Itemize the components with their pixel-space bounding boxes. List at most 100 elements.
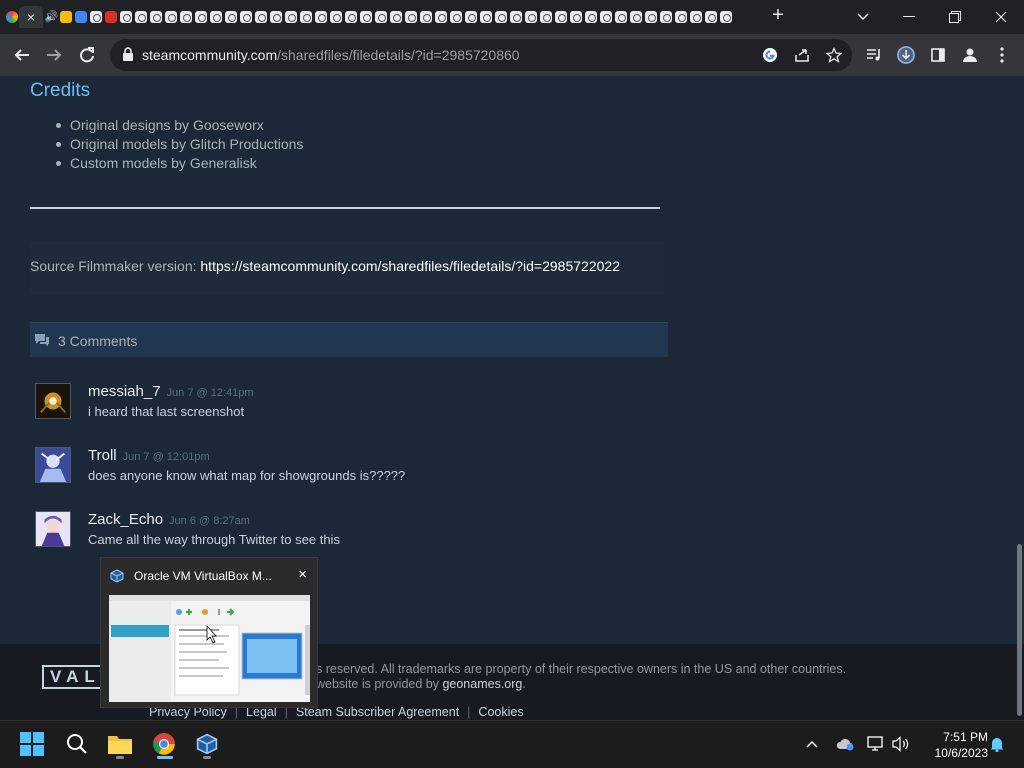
credits-heading: Credits (30, 80, 91, 101)
minimize-button[interactable] (886, 0, 932, 34)
tab-steam-8[interactable] (208, 6, 223, 28)
scrollbar-thumb[interactable] (1017, 544, 1022, 716)
comment-author[interactable]: Zack_Echo (88, 511, 163, 528)
tab-steam-36[interactable] (628, 6, 643, 28)
notifications-button[interactable] (987, 734, 1007, 754)
steam-icon (644, 11, 657, 23)
lock-icon[interactable] (122, 47, 134, 61)
network-tray-button[interactable] (866, 734, 886, 754)
tab-steam-4[interactable] (148, 6, 163, 28)
avatar[interactable] (35, 383, 71, 419)
tab-red[interactable] (103, 6, 118, 28)
tab-steam-3[interactable] (133, 6, 148, 28)
tab-steam-22[interactable] (418, 6, 433, 28)
steam-icon (314, 11, 327, 23)
tab-steam-13[interactable] (283, 6, 298, 28)
tab-audio[interactable]: 🔊 (43, 6, 59, 28)
google-lens-button[interactable] (760, 45, 780, 65)
tab-steam-35[interactable] (613, 6, 628, 28)
search-button[interactable] (62, 729, 92, 759)
tab-steam-24[interactable] (448, 6, 463, 28)
tab-active[interactable]: × (19, 6, 43, 28)
tab-steam-26[interactable] (478, 6, 493, 28)
tab-steam-17[interactable] (343, 6, 358, 28)
side-panel-button[interactable] (926, 43, 950, 67)
tab-steam-28[interactable] (508, 6, 523, 28)
tab-steam-14[interactable] (298, 6, 313, 28)
media-controls-button[interactable] (862, 43, 886, 67)
footer-link-cookies[interactable]: Cookies (478, 705, 523, 719)
restore-button[interactable] (932, 0, 978, 34)
bookmark-button[interactable] (824, 45, 844, 65)
tab-steam-11[interactable] (253, 6, 268, 28)
tab-steam-33[interactable] (583, 6, 598, 28)
tab-steam-18[interactable] (358, 6, 373, 28)
steam-icon (194, 11, 207, 23)
tab-steam-21[interactable] (403, 6, 418, 28)
tab-steam-42[interactable] (718, 6, 733, 28)
tab-sites[interactable] (73, 6, 88, 28)
start-button[interactable] (17, 729, 47, 759)
tab-steam-27[interactable] (493, 6, 508, 28)
show-hidden-icons-button[interactable] (802, 734, 822, 754)
file-explorer-button[interactable] (105, 729, 135, 759)
tab-steam-9[interactable] (223, 6, 238, 28)
tab-steam-10[interactable] (238, 6, 253, 28)
tab-docs[interactable] (58, 6, 73, 28)
back-button[interactable] (10, 43, 34, 67)
volume-tray-button[interactable] (891, 734, 911, 754)
tab-steam-16[interactable] (328, 6, 343, 28)
tab-steam-19[interactable] (373, 6, 388, 28)
star-icon (826, 47, 842, 63)
reload-button[interactable] (75, 43, 99, 67)
tab-steam-41[interactable] (703, 6, 718, 28)
tab-steam-31[interactable] (553, 6, 568, 28)
tab-steam-23[interactable] (433, 6, 448, 28)
tab-steam-25[interactable] (463, 6, 478, 28)
new-tab-button[interactable]: + (768, 5, 788, 26)
taskbar-window-preview[interactable]: Oracle VM VirtualBox M... × (100, 557, 318, 708)
tab-steam-38[interactable] (658, 6, 673, 28)
close-tab-icon[interactable]: × (27, 10, 35, 24)
preview-thumbnail[interactable] (109, 595, 310, 702)
tab-steam-1[interactable] (88, 6, 103, 28)
tab-steam-32[interactable] (568, 6, 583, 28)
preview-close-button[interactable]: × (298, 566, 307, 583)
tab-steam-6[interactable] (178, 6, 193, 28)
tab-steam-12[interactable] (268, 6, 283, 28)
docs-icon (59, 11, 72, 23)
tab-steam-7[interactable] (193, 6, 208, 28)
geonames-link[interactable]: geonames.org (442, 677, 522, 691)
address-bar[interactable]: steamcommunity.com/sharedfiles/filedetai… (110, 39, 852, 71)
tab-steam-29[interactable] (523, 6, 538, 28)
profile-button[interactable] (958, 43, 982, 67)
clock[interactable]: 7:51 PM 10/6/2023 (918, 729, 988, 761)
onedrive-tray-button[interactable] (835, 734, 855, 754)
tab-steam-37[interactable] (643, 6, 658, 28)
tab-steam-15[interactable] (313, 6, 328, 28)
steam-icon (674, 11, 687, 23)
tab-steam-34[interactable] (598, 6, 613, 28)
avatar[interactable] (35, 511, 71, 547)
tab-steam-30[interactable] (538, 6, 553, 28)
downloads-button[interactable] (894, 43, 918, 67)
virtualbox-taskbar-button[interactable] (192, 729, 222, 759)
close-window-button[interactable] (978, 0, 1024, 34)
tab-steam-2[interactable] (118, 6, 133, 28)
tab-steam-39[interactable] (673, 6, 688, 28)
tab-search-button[interactable] (840, 0, 886, 34)
chrome-taskbar-button[interactable] (149, 729, 179, 759)
share-button[interactable] (792, 45, 812, 65)
tab-steam-20[interactable] (388, 6, 403, 28)
tab-steam-40[interactable] (688, 6, 703, 28)
forward-button[interactable] (42, 43, 66, 67)
avatar[interactable] (35, 447, 71, 483)
url-text[interactable]: steamcommunity.com/sharedfiles/filedetai… (142, 47, 520, 63)
tab-steam-5[interactable] (163, 6, 178, 28)
comment-author[interactable]: Troll (88, 447, 117, 464)
sfm-link[interactable]: https://steamcommunity.com/sharedfiles/f… (200, 258, 620, 274)
comment-author[interactable]: messiah_7 (88, 383, 161, 400)
menu-button[interactable] (990, 43, 1014, 67)
footer-link-ssa[interactable]: Steam Subscriber Agreement (296, 705, 459, 719)
tab-chrome-colors[interactable] (4, 6, 19, 28)
